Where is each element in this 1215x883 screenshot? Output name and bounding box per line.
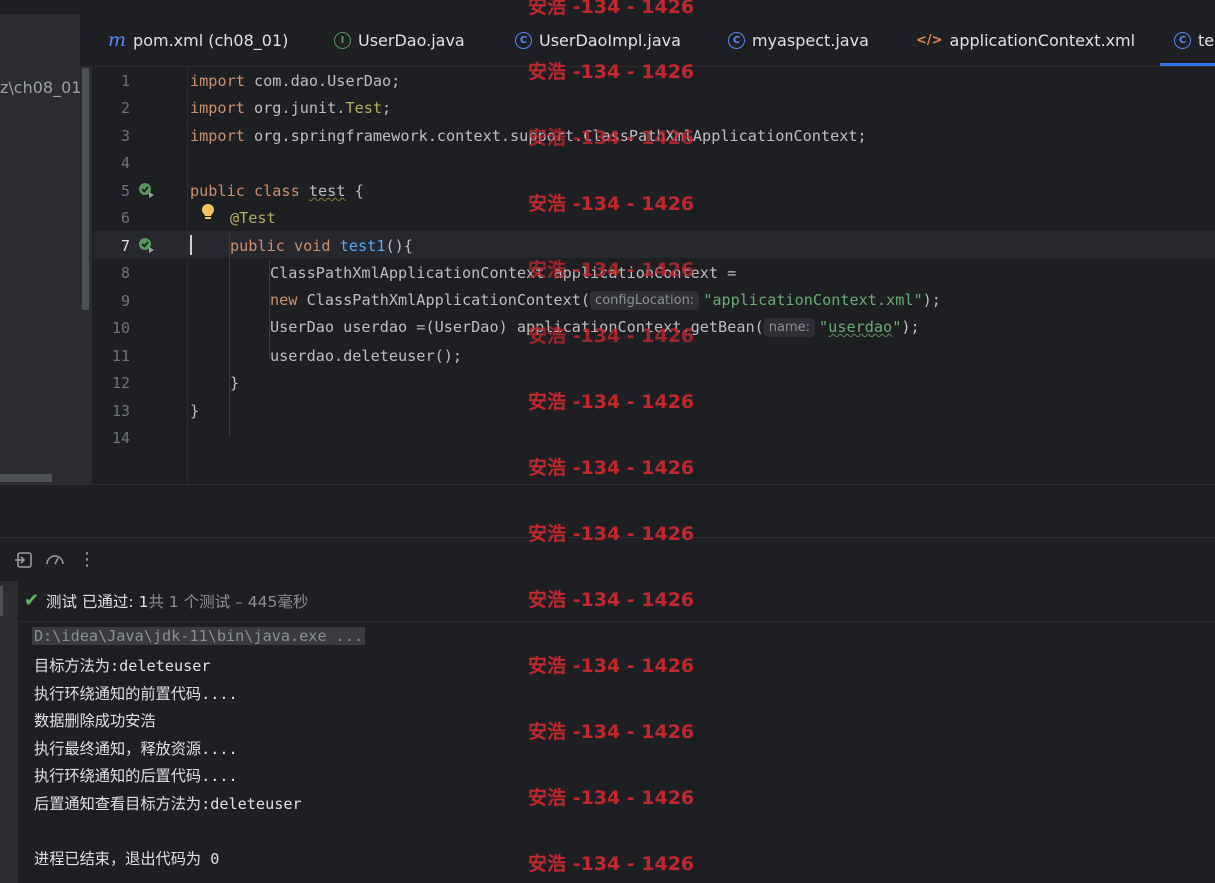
code-line-13: } bbox=[190, 402, 200, 420]
line-number: 13 bbox=[111, 402, 130, 420]
maven-icon: m bbox=[108, 29, 127, 51]
watermark: 安浩 -134 - 1426 bbox=[528, 391, 695, 413]
watermark: 安浩 -134 - 1426 bbox=[528, 325, 695, 347]
watermark: 安浩 -134 - 1426 bbox=[528, 61, 695, 83]
tab-test-java[interactable]: C te bbox=[1174, 28, 1214, 52]
console-line: 目标方法为:deleteuser bbox=[34, 657, 211, 675]
run-test-icon[interactable] bbox=[138, 237, 155, 254]
code-line-9: new ClassPathXmlApplicationContext(confi… bbox=[270, 291, 941, 310]
line-number: 1 bbox=[120, 72, 130, 90]
line-number: 7 bbox=[120, 237, 130, 255]
more-options-icon[interactable]: ⋮ bbox=[77, 550, 97, 570]
line-number: 4 bbox=[120, 154, 130, 172]
line-number: 10 bbox=[111, 319, 130, 337]
tests-meta: 共 1 个测试 – 445毫秒 bbox=[148, 593, 309, 611]
tab-userdaoimpl-java[interactable]: C UserDaoImpl.java bbox=[515, 28, 681, 52]
coverage-gauge-icon[interactable] bbox=[45, 550, 65, 570]
text-caret bbox=[190, 235, 192, 255]
code-line-6: @Test bbox=[230, 209, 276, 227]
code-line-11: userdao.deleteuser(); bbox=[270, 347, 463, 365]
line-number: 5 bbox=[120, 182, 130, 200]
code-line-7: public void test1(){ bbox=[230, 237, 413, 255]
lightbulb-icon[interactable] bbox=[200, 203, 216, 223]
project-breadcrumb[interactable]: z\ch08_01 bbox=[0, 78, 81, 97]
indent-guide bbox=[229, 232, 230, 437]
console-line: 执行最终通知，释放资源.... bbox=[34, 740, 238, 758]
class-icon: C bbox=[728, 31, 745, 49]
run-test-icon[interactable] bbox=[138, 182, 155, 199]
line-number: 14 bbox=[111, 429, 130, 447]
line-number: 9 bbox=[120, 292, 130, 310]
console-line: 数据删除成功安浩 bbox=[34, 712, 156, 730]
watermark: 安浩 -134 - 1426 bbox=[528, 721, 695, 743]
console-line: 执行环绕通知的后置代码.... bbox=[34, 767, 238, 785]
line-number: 8 bbox=[120, 264, 130, 282]
param-hint: configLocation: bbox=[590, 291, 700, 310]
watermark: 安浩 -134 - 1426 bbox=[528, 127, 695, 149]
line-number: 11 bbox=[111, 347, 130, 365]
console-line: 执行环绕通知的前置代码.... bbox=[34, 685, 238, 703]
line-number: 12 bbox=[111, 374, 130, 392]
tab-label: te bbox=[1198, 30, 1215, 50]
tab-applicationcontext-xml[interactable]: </> applicationContext.xml bbox=[916, 28, 1135, 52]
tab-userdao-java[interactable]: I UserDao.java bbox=[334, 28, 465, 52]
class-icon: C bbox=[1174, 31, 1191, 49]
tab-label: pom.xml (ch08_01) bbox=[133, 30, 289, 50]
console-line: 进程已结束，退出代码为 0 bbox=[34, 850, 220, 868]
watermark: 安浩 -134 - 1426 bbox=[528, 589, 695, 611]
tab-label: UserDaoImpl.java bbox=[539, 30, 681, 50]
test-tree-panel bbox=[0, 581, 18, 883]
tests-passed-label: 测试 已通过: 1 bbox=[46, 593, 149, 611]
scrollbar-thumb[interactable] bbox=[82, 68, 89, 310]
class-icon: C bbox=[515, 31, 532, 49]
watermark: 安浩 -134 - 1426 bbox=[528, 0, 695, 18]
watermark: 安浩 -134 - 1426 bbox=[528, 787, 695, 809]
watermark: 安浩 -134 - 1426 bbox=[528, 193, 695, 215]
line-number: 3 bbox=[120, 127, 130, 145]
project-scrollbar[interactable] bbox=[80, 66, 92, 484]
interface-icon: I bbox=[334, 31, 351, 49]
check-icon: ✔ bbox=[24, 590, 40, 611]
tab-pom-xml[interactable]: m pom.xml (ch08_01) bbox=[108, 28, 288, 52]
watermark: 安浩 -134 - 1426 bbox=[528, 259, 695, 281]
tab-label: myaspect.java bbox=[752, 30, 869, 50]
code-line-5: public class test { bbox=[190, 182, 364, 200]
console-line: 后置通知查看目标方法为:deleteuser bbox=[34, 795, 302, 813]
active-tab-indicator bbox=[1160, 63, 1215, 66]
console-line[interactable]: D:\idea\Java\jdk-11\bin\java.exe ... bbox=[32, 627, 366, 645]
line-number: 2 bbox=[120, 99, 130, 117]
xml-icon: </> bbox=[916, 32, 943, 48]
tab-label: UserDao.java bbox=[358, 30, 465, 50]
watermark: 安浩 -134 - 1426 bbox=[528, 853, 695, 875]
project-hscrollbar[interactable] bbox=[0, 474, 52, 482]
param-hint: name: bbox=[763, 318, 816, 337]
code-line-1: import com.dao.UserDao; bbox=[190, 72, 401, 90]
tree-selection-marker bbox=[0, 586, 3, 616]
watermark: 安浩 -134 - 1426 bbox=[528, 457, 695, 479]
tab-label: applicationContext.xml bbox=[949, 30, 1136, 50]
import-tests-icon[interactable] bbox=[14, 550, 34, 570]
watermark: 安浩 -134 - 1426 bbox=[528, 655, 695, 677]
watermark: 安浩 -134 - 1426 bbox=[528, 523, 695, 545]
code-line-12: } bbox=[230, 374, 240, 392]
project-panel: z\ch08_01 bbox=[0, 14, 81, 484]
line-number: 6 bbox=[120, 209, 130, 227]
gutter-separator bbox=[187, 67, 188, 484]
code-line-2: import org.junit.Test; bbox=[190, 99, 392, 117]
tab-myaspect-java[interactable]: C myaspect.java bbox=[728, 28, 869, 52]
